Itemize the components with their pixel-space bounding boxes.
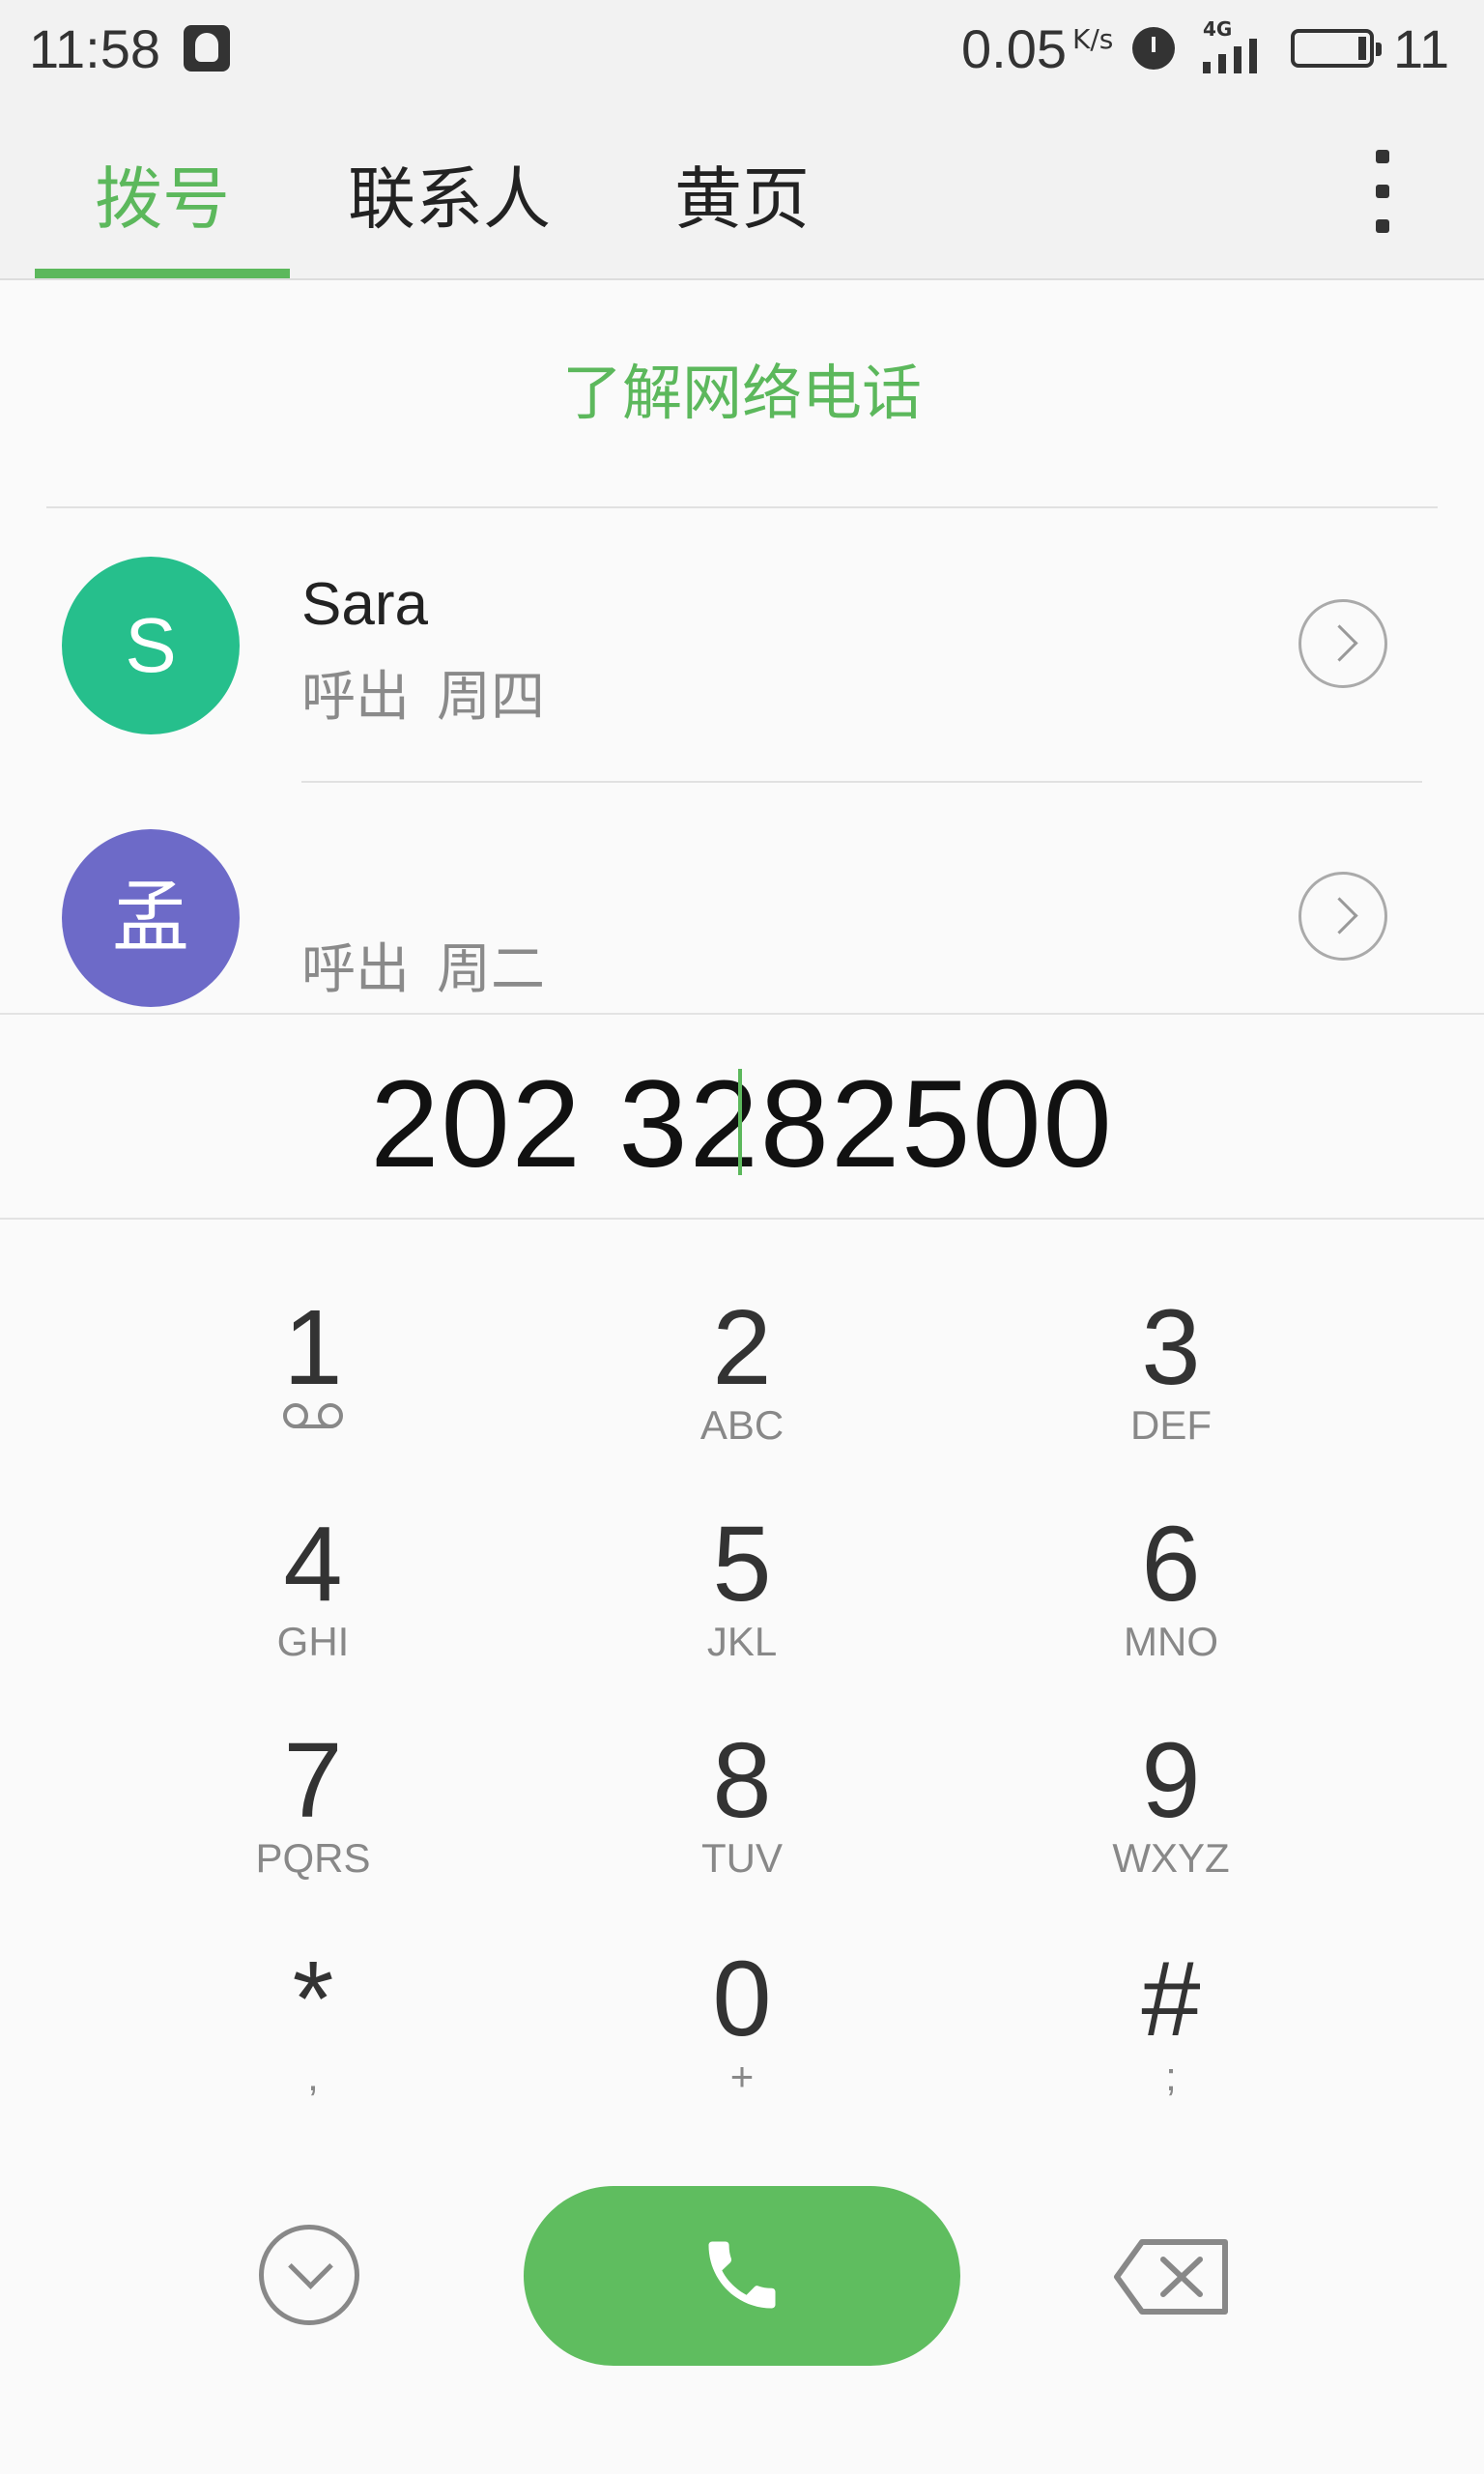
signal-icon	[1203, 39, 1272, 73]
status-bar: 11:58 0.05 K/s 4G 11	[0, 0, 1484, 97]
net-speed: 0.05	[961, 18, 1067, 79]
call-meta: 呼出 周四	[301, 653, 572, 732]
key-digit: 1	[283, 1288, 343, 1407]
key-letters: JKL	[706, 1619, 778, 1664]
key-letters: PQRS	[255, 1835, 371, 1881]
text-cursor	[738, 1069, 742, 1175]
call-meta: 呼出 周二	[301, 926, 572, 1004]
collapse-keypad-button[interactable]	[259, 2225, 359, 2325]
number-display[interactable]: 202 3282500	[0, 1013, 1484, 1220]
key-4[interactable]: 4 GHI	[197, 1511, 429, 1705]
call-button[interactable]	[524, 2186, 960, 2366]
learn-network-call-link[interactable]: 了解网络电话	[0, 280, 1484, 506]
call-type: 呼出	[301, 666, 410, 729]
key-6[interactable]: 6 MNO	[1055, 1511, 1287, 1705]
key-digit: 9	[1141, 1721, 1201, 1840]
backspace-icon	[1113, 2239, 1229, 2319]
key-9[interactable]: 9 WXYZ	[1055, 1728, 1287, 1921]
dial-keypad: 1 2 ABC 3 DEF 4 GHI 5 JKL 6 MNO 7 PQRS 8…	[0, 1222, 1484, 2149]
active-tab-indicator	[35, 269, 290, 278]
alarm-icon	[1132, 27, 1175, 70]
key-letters: GHI	[276, 1619, 350, 1664]
key-0[interactable]: 0 +	[626, 1946, 858, 2140]
avatar: 孟	[62, 829, 240, 1007]
key-letters: TUV	[701, 1835, 783, 1881]
battery-level: 11	[1393, 18, 1450, 79]
key-digit: 4	[283, 1505, 343, 1624]
key-digit: 3	[1141, 1288, 1201, 1407]
call-detail-button[interactable]	[1298, 599, 1387, 688]
key-7[interactable]: 7 PQRS	[197, 1728, 429, 1921]
key-letters: ,	[307, 2054, 319, 2099]
call-detail-button[interactable]	[1298, 872, 1387, 961]
voicemail-icon	[197, 1401, 429, 1450]
avatar: S	[62, 557, 240, 734]
battery-icon	[1291, 29, 1382, 68]
contact-name: Sara	[301, 571, 428, 638]
key-letters: +	[729, 2054, 755, 2099]
key-digit: 2	[712, 1288, 772, 1407]
key-digit: *	[292, 1940, 334, 2058]
qq-notification-icon	[184, 25, 230, 72]
key-letters: ;	[1165, 2054, 1177, 2099]
key-digit: 5	[712, 1505, 772, 1624]
key-letters: ABC	[699, 1402, 785, 1448]
call-log-item[interactable]: S Sara 呼出 周四	[0, 508, 1484, 779]
call-day: 周四	[437, 666, 545, 729]
key-digit: 0	[712, 1940, 772, 2058]
dialer-screen: 11:58 0.05 K/s 4G 11 拨号 联系人 黄页 了解网络电话 S …	[0, 0, 1484, 2474]
key-hash[interactable]: # ;	[1055, 1946, 1287, 2140]
tab-bar: 拨号 联系人 黄页	[0, 97, 1484, 280]
network-type-label: 4G	[1203, 17, 1233, 41]
key-3[interactable]: 3 DEF	[1055, 1295, 1287, 1488]
net-speed-unit: K/s	[1072, 23, 1114, 55]
tab-dialer[interactable]: 拨号	[95, 145, 230, 243]
key-digit: 7	[283, 1721, 343, 1840]
more-options-icon[interactable]	[1362, 150, 1401, 266]
key-digit: #	[1141, 1940, 1201, 2058]
tab-yellow-pages[interactable]: 黄页	[674, 145, 810, 243]
key-star[interactable]: * ,	[197, 1946, 429, 2140]
key-letters: DEF	[1130, 1402, 1212, 1448]
key-digit: 6	[1141, 1505, 1201, 1624]
key-2[interactable]: 2 ABC	[626, 1295, 858, 1488]
call-day: 周二	[437, 938, 545, 1001]
key-8[interactable]: 8 TUV	[626, 1728, 858, 1921]
key-5[interactable]: 5 JKL	[626, 1511, 858, 1705]
key-1[interactable]: 1	[197, 1295, 429, 1488]
tab-contacts[interactable]: 联系人	[348, 145, 551, 243]
call-type: 呼出	[301, 938, 410, 1001]
key-digit: 8	[712, 1721, 772, 1840]
dialed-number: 202 3282500	[370, 1055, 1114, 1194]
status-time: 11:58	[29, 18, 160, 79]
backspace-button[interactable]	[1113, 2238, 1229, 2316]
key-letters: WXYZ	[1112, 1835, 1230, 1881]
key-letters: MNO	[1124, 1619, 1218, 1664]
